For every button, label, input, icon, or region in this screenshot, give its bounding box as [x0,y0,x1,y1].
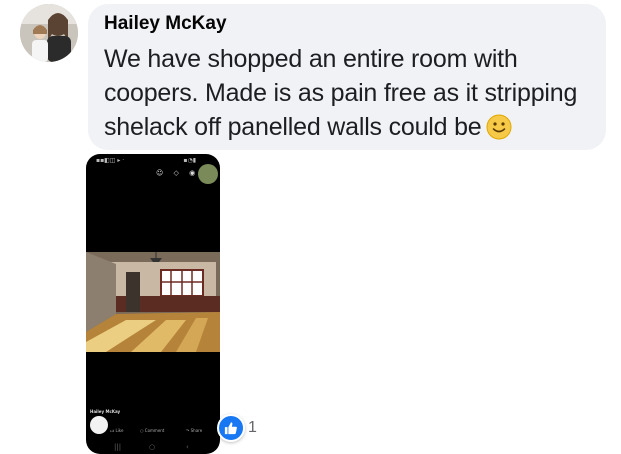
slightly-smiling-face-icon [486,114,512,149]
location-icon: ◉ [189,169,196,177]
phone-top-icons: ☺ ◇ ◉ [156,168,195,178]
avatar[interactable] [20,4,78,62]
back-icon: ‹ [186,443,189,451]
attached-screenshot[interactable]: ▪▪◧◫ ▸ · ▪◔▮ ☺ ◇ ◉ Hailey McKay 👍︎ Like … [86,154,220,454]
reaction-summary[interactable]: 1 [217,414,257,442]
room-photo [86,252,220,352]
comment-bubble: Hailey McKay We have shopped an entire r… [88,4,606,150]
comment-action-label: Comment [144,428,165,433]
reaction-count: 1 [248,419,257,436]
share-action: ↷ Share [186,427,202,435]
phone-profile-thumbnail [198,164,218,184]
share-action-icon: ↷ [186,428,190,433]
like-action-icon: 👍︎ [110,428,115,433]
status-icons-left: ▪▪◧◫ ▸ · [96,157,125,164]
people-icon: ☺ [156,169,164,177]
post-author-name: Hailey McKay [90,409,121,414]
share-action-label: Share [190,428,203,433]
status-icons-right: ▪◔▮ [183,157,196,164]
profile-circle [90,416,108,434]
comment-action: ○ Comment [140,427,164,435]
system-nav-bar: ||| ○ ‹ [86,442,220,452]
comment-action-icon: ○ [140,428,144,433]
comment-text: We have shopped an entire room with coop… [104,42,599,149]
like-action: 👍︎ Like [110,427,123,435]
comment-author[interactable]: Hailey McKay [104,13,227,35]
post-action-bar: 👍︎ Like ○ Comment ↷ Share [110,427,220,435]
avatar-photo [20,4,78,62]
phone-status-bar: ▪▪◧◫ ▸ · ▪◔▮ [96,157,210,165]
like-thumb-icon [217,414,245,442]
recent-apps-icon: ||| [114,443,122,451]
like-action-label: Like [115,428,124,433]
home-icon: ○ [149,443,156,451]
tag-icon: ◇ [173,169,179,177]
